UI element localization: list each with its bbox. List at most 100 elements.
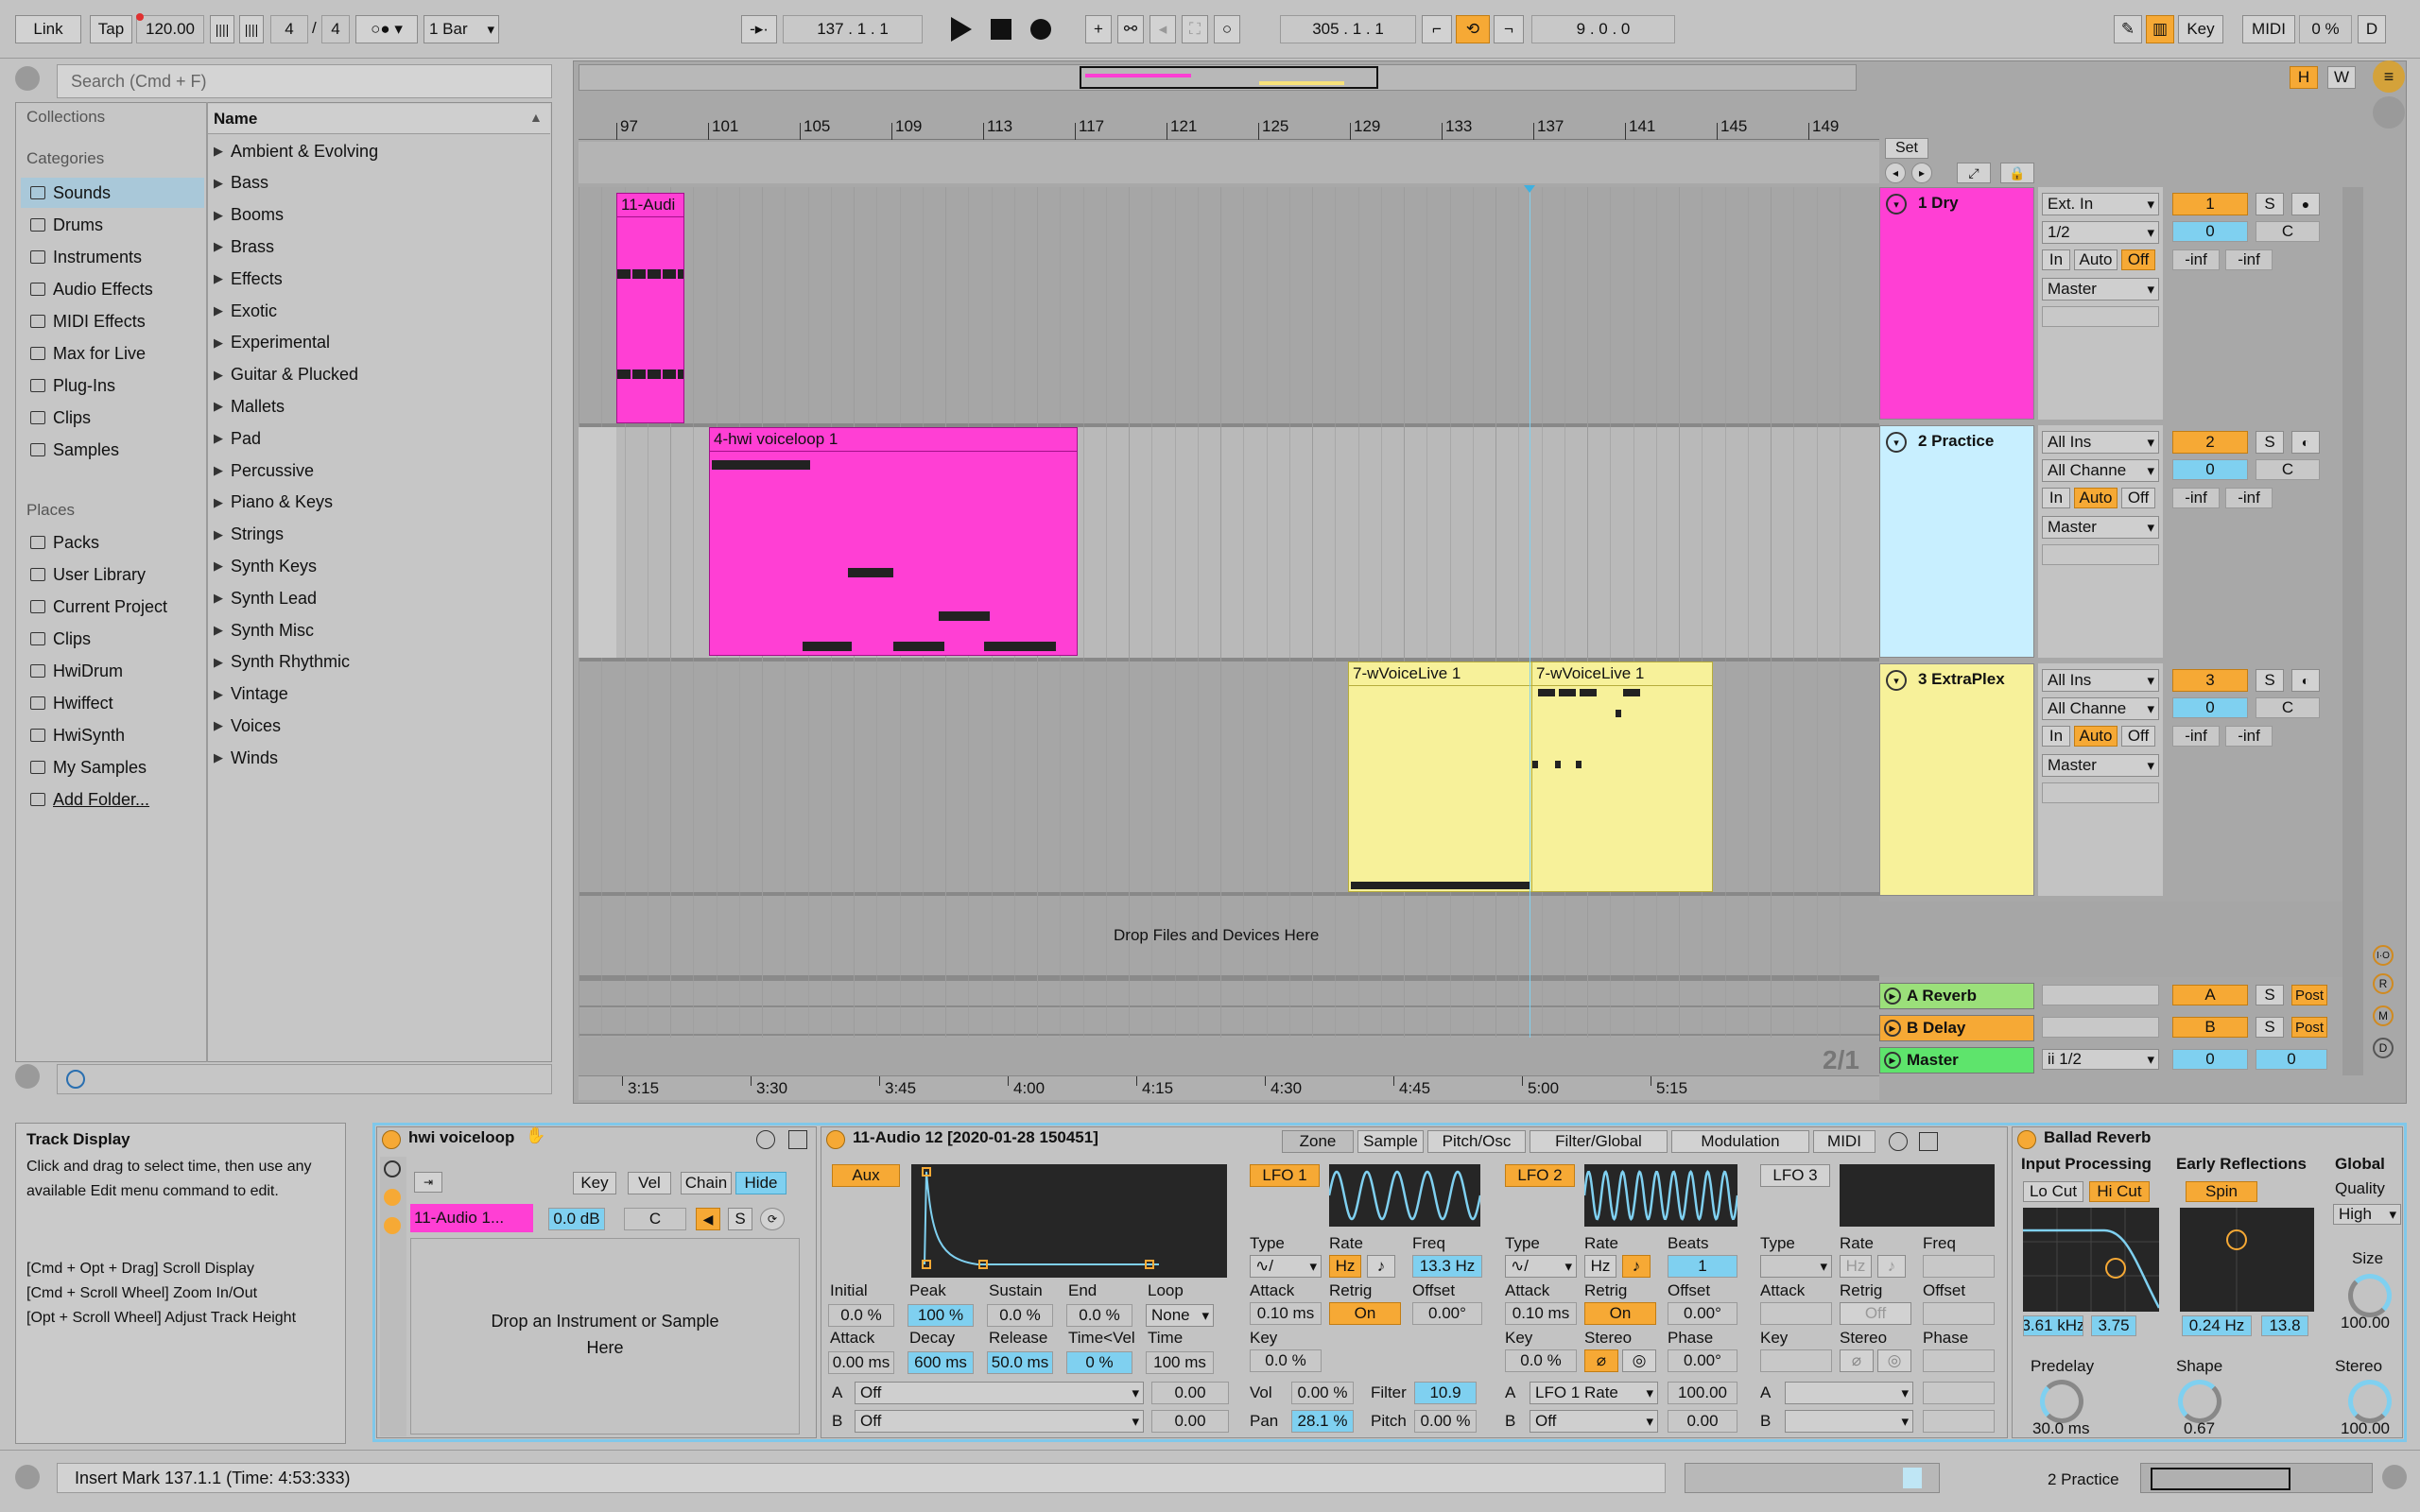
place-clips[interactable]: Clips xyxy=(30,624,91,654)
follow-icon[interactable]: -▸· xyxy=(741,15,777,43)
return-solo[interactable]: S xyxy=(2256,1017,2284,1038)
predelay-knob[interactable] xyxy=(2040,1380,2083,1423)
browser-toggle-icon[interactable] xyxy=(15,66,40,91)
mod-a-value[interactable]: 0.00 xyxy=(1151,1382,1229,1404)
returns-toggle-icon[interactable]: R xyxy=(2373,973,2394,994)
track-pan[interactable]: C xyxy=(2256,697,2320,718)
track-fold-icon[interactable]: ▾ xyxy=(1886,670,1907,691)
expand-triangle-icon[interactable]: ▶ xyxy=(214,144,223,159)
rack-chain-button[interactable]: Chain xyxy=(681,1172,732,1194)
place-current-project[interactable]: Current Project xyxy=(30,592,167,622)
nudge-down-icon[interactable]: |||| xyxy=(210,15,234,43)
audio-clip-11[interactable]: 11-Audi xyxy=(616,193,684,423)
overview-viewport[interactable] xyxy=(1080,66,1378,89)
master-volume[interactable]: 0 xyxy=(2172,1049,2248,1070)
solo-button[interactable]: S xyxy=(2256,669,2284,692)
lfo3-sync-note-icon[interactable]: ♪ xyxy=(1877,1255,1906,1278)
set-locator-button[interactable]: Set xyxy=(1885,138,1928,159)
lfo3-b-value[interactable] xyxy=(1923,1410,1995,1433)
browser-folder[interactable]: ▶ Experimental xyxy=(214,328,330,358)
tap-button[interactable]: Tap xyxy=(90,15,132,43)
lo-cut-button[interactable]: Lo Cut xyxy=(2023,1181,2083,1202)
punch-in-icon[interactable]: ⌐ xyxy=(1422,15,1452,43)
lfo3-phase[interactable] xyxy=(1923,1349,1995,1372)
return-solo[interactable]: S xyxy=(2256,985,2284,1005)
name-column-header[interactable]: Name xyxy=(214,110,257,129)
return-fold-icon[interactable]: ▶ xyxy=(1884,1020,1901,1037)
track-header[interactable]: ▾ 2 Practice xyxy=(1879,425,2034,658)
sampler-tab-midi[interactable]: MIDI xyxy=(1813,1130,1876,1153)
expand-triangle-icon[interactable]: ▶ xyxy=(214,750,223,765)
master-fold-icon[interactable]: ▶ xyxy=(1884,1052,1901,1069)
expand-triangle-icon[interactable]: ▶ xyxy=(214,718,223,733)
size-knob[interactable] xyxy=(2348,1274,2392,1317)
monitor-in-button[interactable]: In xyxy=(2042,488,2070,508)
env-value[interactable]: 0.0 % xyxy=(987,1304,1053,1327)
lfo2-hz-button[interactable]: Hz xyxy=(1584,1255,1616,1278)
filter-display[interactable] xyxy=(2023,1208,2159,1312)
browser-folder[interactable]: ▶ Exotic xyxy=(214,296,277,326)
browser-folder[interactable]: ▶ Percussive xyxy=(214,455,314,486)
browser-folder[interactable]: ▶ Booms xyxy=(214,200,284,231)
browser-folder[interactable]: ▶ Bass xyxy=(214,168,268,198)
lfo3-hz-button[interactable]: Hz xyxy=(1840,1255,1872,1278)
category-plug-ins[interactable]: Plug-Ins xyxy=(30,370,115,401)
browser-folder[interactable]: ▶ Effects xyxy=(214,264,283,294)
expand-icon[interactable]: ⤢ xyxy=(1957,163,1991,183)
expand-triangle-icon[interactable]: ▶ xyxy=(214,176,223,191)
mod-b-select[interactable]: Off xyxy=(855,1410,1144,1433)
return-fold-icon[interactable]: ▶ xyxy=(1884,988,1901,1005)
browser-folder[interactable]: ▶ Winds xyxy=(214,743,278,773)
rack-hide-button[interactable]: Hide xyxy=(735,1172,786,1194)
sampler-save-icon[interactable] xyxy=(1919,1132,1938,1151)
env-value[interactable]: None xyxy=(1146,1304,1214,1327)
category-audio-effects[interactable]: Audio Effects xyxy=(30,274,153,304)
record-icon[interactable] xyxy=(1030,19,1051,40)
monitor-in-button[interactable]: In xyxy=(2042,726,2070,747)
lfo2-retrig[interactable]: On xyxy=(1584,1302,1656,1325)
lock-icon[interactable]: 🔒 xyxy=(2000,163,2034,183)
lfo2-button[interactable]: LFO 2 xyxy=(1505,1164,1575,1187)
sampler-tab-sample[interactable]: Sample xyxy=(1357,1130,1424,1153)
draw-mode-icon[interactable]: ✎ xyxy=(2114,15,2142,43)
loop-start-field[interactable]: 305 . 1 . 1 xyxy=(1280,15,1416,43)
mixer-toggle-m-icon[interactable]: M xyxy=(2373,1005,2394,1026)
expand-triangle-icon[interactable]: ▶ xyxy=(214,495,223,510)
expand-triangle-icon[interactable]: ▶ xyxy=(214,558,223,574)
stop-icon[interactable] xyxy=(991,19,1011,40)
monitor-off-button[interactable]: Off xyxy=(2121,488,2155,508)
expand-triangle-icon[interactable]: ▶ xyxy=(214,687,223,702)
prev-locator-icon[interactable]: ◂ xyxy=(1885,163,1906,183)
place-hwidrum[interactable]: HwiDrum xyxy=(30,656,123,686)
lfo2-a-value[interactable]: 100.00 xyxy=(1668,1382,1737,1404)
monitor-auto-button[interactable]: Auto xyxy=(2074,488,2118,508)
rack-save-icon[interactable] xyxy=(788,1130,807,1149)
place-hwisynth[interactable]: HwiSynth xyxy=(30,720,125,750)
spin-display[interactable] xyxy=(2180,1208,2314,1312)
track-input-select[interactable]: All Ins xyxy=(2042,669,2159,692)
lfo1-retrig[interactable]: On xyxy=(1329,1302,1401,1325)
lfo3-b-select[interactable] xyxy=(1785,1410,1913,1433)
lfo2-a-select[interactable]: LFO 1 Rate xyxy=(1530,1382,1658,1404)
mini-overview[interactable] xyxy=(2140,1463,2373,1493)
track-pan[interactable]: C xyxy=(2256,221,2320,242)
return-output[interactable] xyxy=(2042,1017,2159,1038)
midi-map-button[interactable]: MIDI xyxy=(2242,15,2295,43)
track-output-select[interactable]: Master xyxy=(2042,516,2159,539)
capture-icon[interactable]: ⛶ xyxy=(1182,15,1208,43)
mixer-toggle-icon[interactable] xyxy=(2373,96,2405,129)
keyboard-midi-icon[interactable]: ▥ xyxy=(2146,15,2174,43)
track-header[interactable]: ▾ 1 Dry xyxy=(1879,187,2034,420)
locator-lane[interactable] xyxy=(579,142,1879,183)
overview-w-button[interactable]: W xyxy=(2327,66,2356,89)
browser-folder[interactable]: ▶ Ambient & Evolving xyxy=(214,136,378,166)
lfo1-vol[interactable]: 0.00 % xyxy=(1291,1382,1354,1404)
search-input[interactable]: Search (Cmd + F) xyxy=(57,64,552,98)
lfo1-key[interactable]: 0.0 % xyxy=(1250,1349,1322,1372)
expand-triangle-icon[interactable]: ▶ xyxy=(214,527,223,542)
clip-view-toggle-icon[interactable]: ≡ xyxy=(2373,60,2405,93)
expand-triangle-icon[interactable]: ▶ xyxy=(214,591,223,606)
sig-denominator[interactable]: 4 xyxy=(321,15,350,43)
time-ruler[interactable]: 3:15 3:30 3:45 4:00 4:15 4:30 4:45 5:00 5:15 xyxy=(579,1075,1879,1100)
browser-folder[interactable]: ▶ Pad xyxy=(214,423,261,454)
